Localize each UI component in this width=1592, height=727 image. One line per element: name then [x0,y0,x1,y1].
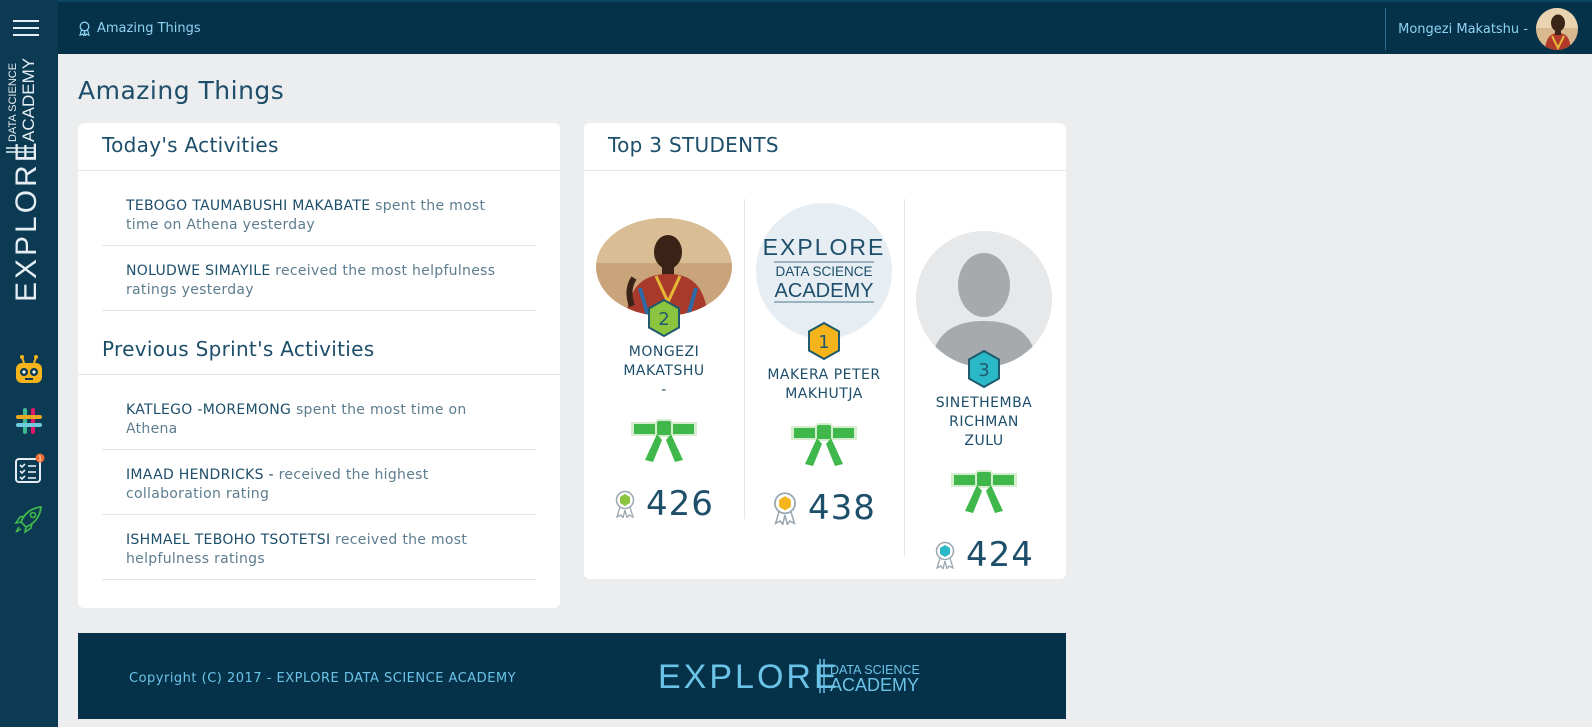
slack-icon[interactable] [12,404,46,438]
rank-2-badge-icon: 2 [648,298,680,338]
top-students-card: Top 3 STUDENTS 2 MONGEZI MAKATSHU - 426 … [584,123,1066,579]
student-score: 426 [646,484,714,524]
todays-activities-title: Today's Activities [102,133,279,157]
logo-sub2: ACADEMY [19,58,38,142]
svg-text:ACADEMY: ACADEMY [775,280,874,302]
top-students-title: Top 3 STUDENTS [608,133,779,157]
activity-person[interactable]: TEBOGO TAUMABUSHI MAKABATE [126,198,370,214]
score-row: 426 [584,484,744,524]
student-rank-2[interactable]: 2 MONGEZI MAKATSHU - 426 [584,218,744,524]
rank-number: 1 [818,332,829,353]
svg-text:EXPLORE: EXPLORE [658,658,840,696]
medal-icon [935,541,955,569]
rocket-icon[interactable] [12,502,46,536]
svg-text:EXPLORE: EXPLORE [763,234,886,260]
activity-person[interactable]: ISHMAEL TEBOHO TSOTETSI [126,532,330,548]
rank-3-badge-icon: 3 [968,349,1000,389]
page-title: Amazing Things [78,76,285,105]
checklist-icon[interactable]: 1 [12,452,46,486]
activity-person[interactable]: KATLEGO -MOREMONG [126,402,291,418]
activities-card: Today's Activities TEBOGO TAUMABUSHI MAK… [78,123,560,608]
activity-item: TEBOGO TAUMABUSHI MAKABATE spent the mos… [102,181,536,246]
explore-logo-footer[interactable]: EXPLORE DATA SCIENCE ACADEMY [658,651,938,701]
belt-icon [631,419,697,462]
rank-number: 3 [978,360,989,381]
award-icon [79,21,90,36]
student-rank-3[interactable]: 3 SINETHEMBA RICHMAN ZULU 424 [904,231,1064,575]
belt-icon [791,423,857,466]
breadcrumb[interactable]: Amazing Things [78,21,201,36]
sidebar: EXPLORE DATA SCIENCE ACADEMY 1 [0,0,58,727]
top-bar: Amazing Things Mongezi Makatshu - [58,0,1592,54]
svg-text:ACADEMY: ACADEMY [830,675,919,695]
user-menu[interactable]: Mongezi Makatshu - [1385,8,1578,50]
logo-sub1: DATA SCIENCE [7,63,19,142]
medal-icon [774,492,796,525]
score-row: 438 [744,488,904,528]
menu-icon[interactable] [13,20,39,38]
notification-badge: 1 [38,455,42,463]
medal-icon [615,490,635,518]
explore-logo: EXPLORE DATA SCIENCE ACADEMY [763,234,886,303]
student-name[interactable]: MONGEZI MAKATSHU - [584,343,744,400]
default-avatar-icon [916,231,1052,367]
activity-item: NOLUDWE SIMAYILE received the most helpf… [102,246,536,311]
breadcrumb-label[interactable]: Amazing Things [97,21,201,36]
activity-item: ISHMAEL TEBOHO TSOTETSI received the mos… [102,515,536,580]
logo-text: EXPLORE [10,139,43,302]
activity-person[interactable]: NOLUDWE SIMAYILE [126,263,270,279]
user-name[interactable]: Mongezi Makatshu - [1398,22,1528,37]
score-row: 424 [904,535,1064,575]
explore-logo-vertical[interactable]: EXPLORE DATA SCIENCE ACADEMY [6,52,46,312]
student-photo: EXPLORE DATA SCIENCE ACADEMY [756,203,892,339]
svg-text:DATA SCIENCE: DATA SCIENCE [775,264,872,279]
activity-item: IMAAD HENDRICKS - received the highest c… [102,450,536,515]
student-name[interactable]: MAKERA PETER MAKHUTJA [744,366,904,404]
rank-number: 2 [658,309,669,330]
belt-icon [951,470,1017,513]
student-rank-1[interactable]: EXPLORE DATA SCIENCE ACADEMY 1 MAKERA PE… [744,203,904,528]
activity-person[interactable]: IMAAD HENDRICKS - [126,467,274,483]
copyright-text: Copyright (C) 2017 - EXPLORE DATA SCIENC… [129,671,517,686]
footer: Copyright (C) 2017 - EXPLORE DATA SCIENC… [78,633,1066,719]
student-name[interactable]: SINETHEMBA RICHMAN ZULU [904,394,1064,451]
student-score: 438 [808,488,876,528]
activity-item: KATLEGO -MOREMONG spent the most time on… [102,385,536,450]
rank-1-badge-icon: 1 [808,321,840,361]
previous-sprint-title: Previous Sprint's Activities [102,337,375,361]
student-photo [916,231,1052,367]
robot-icon[interactable] [12,353,46,387]
student-score: 424 [966,535,1034,575]
avatar[interactable] [1536,8,1578,50]
